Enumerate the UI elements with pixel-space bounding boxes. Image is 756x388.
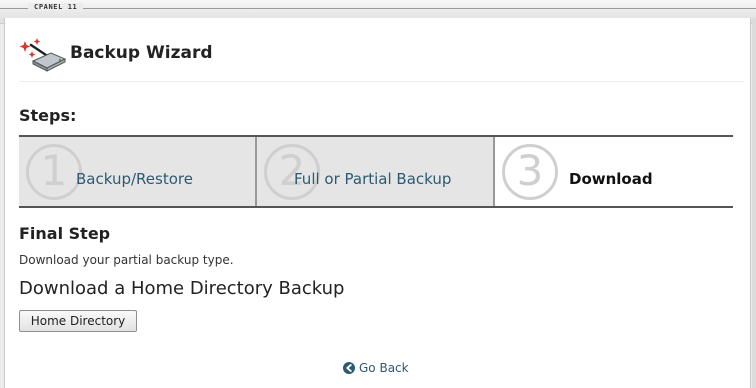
- brand-divider: [0, 8, 756, 9]
- step-download: 3 Download: [495, 137, 733, 206]
- home-directory-button[interactable]: Home Directory: [19, 310, 137, 332]
- step-number-1: 1: [26, 144, 82, 200]
- back-arrow-circle-icon: [343, 362, 355, 374]
- page-header: Backup Wizard: [19, 34, 744, 82]
- go-back-link[interactable]: Go Back: [343, 361, 409, 375]
- step-label-3: Download: [569, 170, 653, 188]
- step-number-3: 3: [502, 144, 558, 200]
- scrollbar-track[interactable]: [752, 18, 756, 388]
- final-step-heading: Final Step: [19, 224, 111, 243]
- content-panel: Backup Wizard Steps: 1 Backup/Restore 2 …: [4, 18, 751, 388]
- download-section-title: Download a Home Directory Backup: [19, 278, 345, 299]
- step-label-1[interactable]: Backup/Restore: [76, 170, 193, 188]
- steps-heading: Steps:: [19, 106, 77, 125]
- brand-label: CPANEL 11: [28, 3, 84, 11]
- step-full-or-partial[interactable]: 2 Full or Partial Backup: [257, 137, 495, 206]
- steps-bar: 1 Backup/Restore 2 Full or Partial Backu…: [19, 135, 733, 208]
- final-step-description: Download your partial backup type.: [19, 253, 234, 267]
- step-backup-restore[interactable]: 1 Backup/Restore: [19, 137, 257, 206]
- backup-wizard-icon: [19, 38, 67, 72]
- page-title: Backup Wizard: [70, 43, 213, 63]
- go-back-label[interactable]: Go Back: [359, 361, 409, 375]
- step-label-2[interactable]: Full or Partial Backup: [294, 170, 451, 188]
